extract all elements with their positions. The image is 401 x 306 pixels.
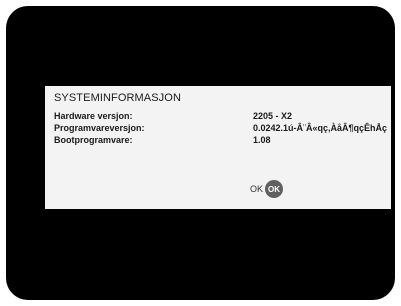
- ok-hint-label: OK: [250, 184, 264, 194]
- bootloader-version-value: 1.08: [253, 135, 271, 145]
- software-version-value: 0.0242.1ú-Â¨Â«qç,ÀåÂ¶qçÊhÅç: [253, 123, 388, 133]
- ok-button[interactable]: OK: [265, 180, 284, 198]
- hardware-version-value: 2205 - X2: [253, 111, 293, 121]
- hardware-version-label: Hardware versjon:: [54, 111, 133, 121]
- ok-control: OK OK: [250, 180, 284, 198]
- system-info-dialog: SYSTEMINFORMASJON Hardware versjon: 2205…: [45, 86, 391, 209]
- software-version-label: Programvareversjon:: [54, 123, 145, 133]
- bootloader-version-label: Bootprogramvare:: [54, 135, 133, 145]
- dialog-title: SYSTEMINFORMASJON: [54, 92, 181, 104]
